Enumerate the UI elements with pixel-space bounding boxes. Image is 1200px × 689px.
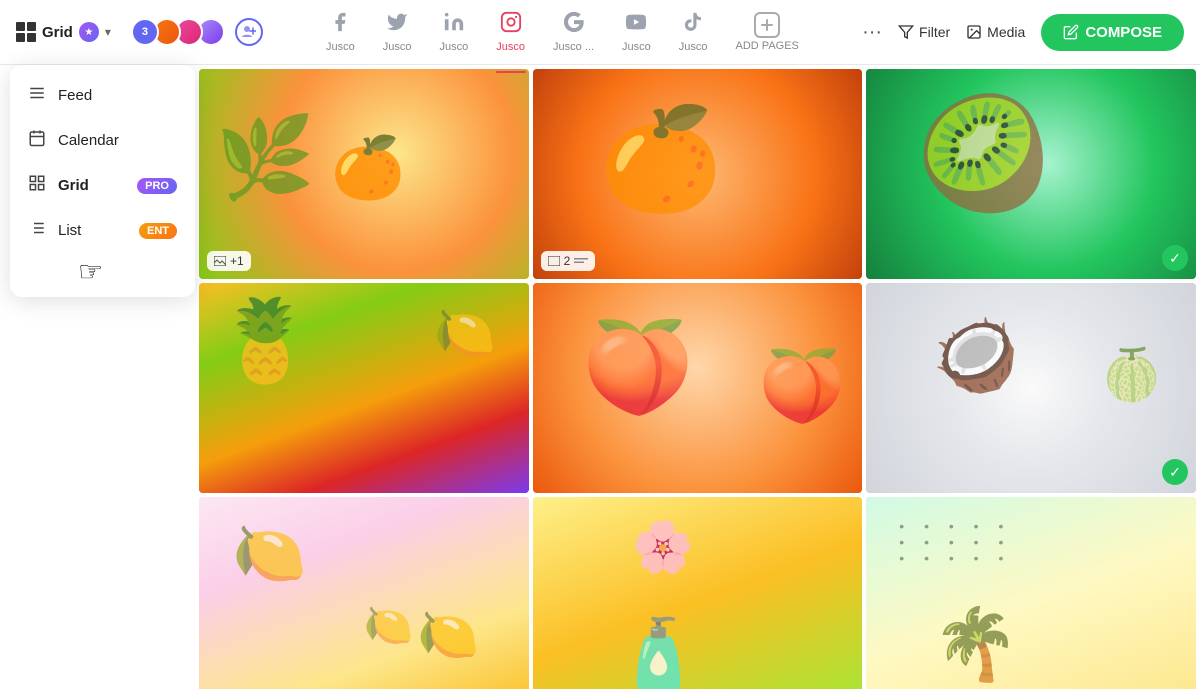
dropdown-item-grid[interactable]: Grid PRO: [10, 163, 195, 208]
tab-youtube[interactable]: Jusco: [608, 3, 665, 61]
grid-cell-r2c3[interactable]: 🥥 🍈 ✓: [866, 283, 1196, 493]
media-label: Media: [987, 24, 1025, 40]
platform-nav: Jusco Jusco Jusco Jusco: [263, 3, 862, 61]
grid-label: Grid: [58, 177, 89, 194]
compose-label: COMPOSE: [1085, 24, 1162, 41]
add-pages-button[interactable]: ADD PAGES: [722, 4, 813, 60]
cursor-hand-icon: ☞: [78, 255, 103, 288]
tab-facebook-label: Jusco: [326, 41, 355, 53]
header-left: Grid ★ ▾ 3: [16, 18, 263, 46]
filter-label: Filter: [919, 24, 950, 40]
youtube-icon: [625, 11, 647, 39]
facebook-icon: [329, 11, 351, 39]
grid-cell-r2c2[interactable]: 🍑 🍑: [533, 283, 863, 493]
chevron-down-icon[interactable]: ▾: [105, 25, 111, 39]
tab-linkedin-label: Jusco: [440, 41, 469, 53]
grid-cell-r3c3[interactable]: 🌴 • • • • •• • • • •• • • • •: [866, 497, 1196, 689]
tab-tiktok-label: Jusco: [679, 41, 708, 53]
compose-button[interactable]: COMPOSE: [1041, 14, 1184, 51]
header-right: ··· Filter Media COMPOSE: [862, 14, 1184, 51]
grid-cell-r3c2[interactable]: 🌸 🧴: [533, 497, 863, 689]
dropdown-item-list[interactable]: List ENT: [10, 208, 195, 253]
dropdown-item-feed[interactable]: Feed: [10, 73, 195, 118]
tab-facebook[interactable]: Jusco: [312, 3, 369, 61]
tab-youtube-label: Jusco: [622, 41, 651, 53]
feed-icon: [28, 84, 46, 107]
media-icon: [966, 24, 982, 40]
grid-cell-r3c1[interactable]: 🍋 🍋 🍋: [199, 497, 529, 689]
cell-badge-r1c1: +1: [207, 251, 251, 271]
add-pages-label: ADD PAGES: [736, 40, 799, 52]
feed-label: Feed: [58, 87, 92, 104]
filter-button[interactable]: Filter: [898, 24, 950, 40]
grid-cell-r1c3[interactable]: 🥝 ✓: [866, 69, 1196, 279]
more-button[interactable]: ···: [862, 21, 882, 44]
view-dropdown: Feed Calendar Grid PRO List ENT ☞: [10, 65, 195, 297]
grid-view-icon: [28, 174, 46, 197]
star-badge: ★: [79, 22, 99, 42]
pro-badge: PRO: [137, 178, 177, 194]
avatar-count: 3: [131, 18, 159, 46]
linkedin-icon: [443, 11, 465, 39]
instagram-icon: [500, 11, 522, 39]
dropdown-item-calendar[interactable]: Calendar: [10, 118, 195, 163]
cell-badge-r1c2: 2: [541, 251, 596, 271]
compose-icon: [1063, 24, 1079, 40]
filter-icon: [898, 24, 914, 40]
tab-linkedin[interactable]: Jusco: [426, 3, 483, 61]
add-person-button[interactable]: [235, 18, 263, 46]
ent-badge: ENT: [139, 223, 177, 239]
text-icon: [574, 256, 588, 266]
tab-google-label: Jusco ...: [553, 41, 594, 53]
grid-app-icon: [16, 22, 36, 42]
tiktok-icon: [682, 11, 704, 39]
tab-twitter[interactable]: Jusco: [369, 3, 426, 61]
twitter-icon: [386, 11, 408, 39]
tab-twitter-label: Jusco: [383, 41, 412, 53]
grid-cell-r2c1[interactable]: 🍍 🍋: [199, 283, 529, 493]
app-name: Grid: [42, 24, 73, 41]
tab-tiktok[interactable]: Jusco: [665, 3, 722, 61]
google-icon: [563, 11, 585, 39]
app-logo[interactable]: Grid ★ ▾: [16, 22, 111, 42]
tab-instagram-label: Jusco: [496, 41, 525, 53]
main-content: Feed Calendar Grid PRO List ENT ☞: [0, 65, 1200, 689]
calendar-icon: [28, 129, 46, 152]
image-grid: 🌿 🍊 +1 🍊 2 🥝: [195, 65, 1200, 689]
tab-instagram[interactable]: Jusco: [482, 3, 539, 61]
media-button[interactable]: Media: [966, 24, 1025, 40]
add-pages-icon: [754, 12, 780, 38]
avatar-group: 3: [131, 18, 219, 46]
grid-cell-r1c1[interactable]: 🌿 🍊 +1: [199, 69, 529, 279]
image-icon-2: [548, 256, 560, 266]
image-icon: [214, 256, 226, 266]
status-check-r2c3: ✓: [1162, 459, 1188, 485]
list-label: List: [58, 222, 81, 239]
header: Grid ★ ▾ 3 Jusco Jusco: [0, 0, 1200, 65]
status-check-r1c3: ✓: [1162, 245, 1188, 271]
calendar-label: Calendar: [58, 132, 119, 149]
list-icon: [28, 219, 46, 242]
tab-google[interactable]: Jusco ...: [539, 3, 608, 61]
grid-cell-r1c2[interactable]: 🍊 2: [533, 69, 863, 279]
